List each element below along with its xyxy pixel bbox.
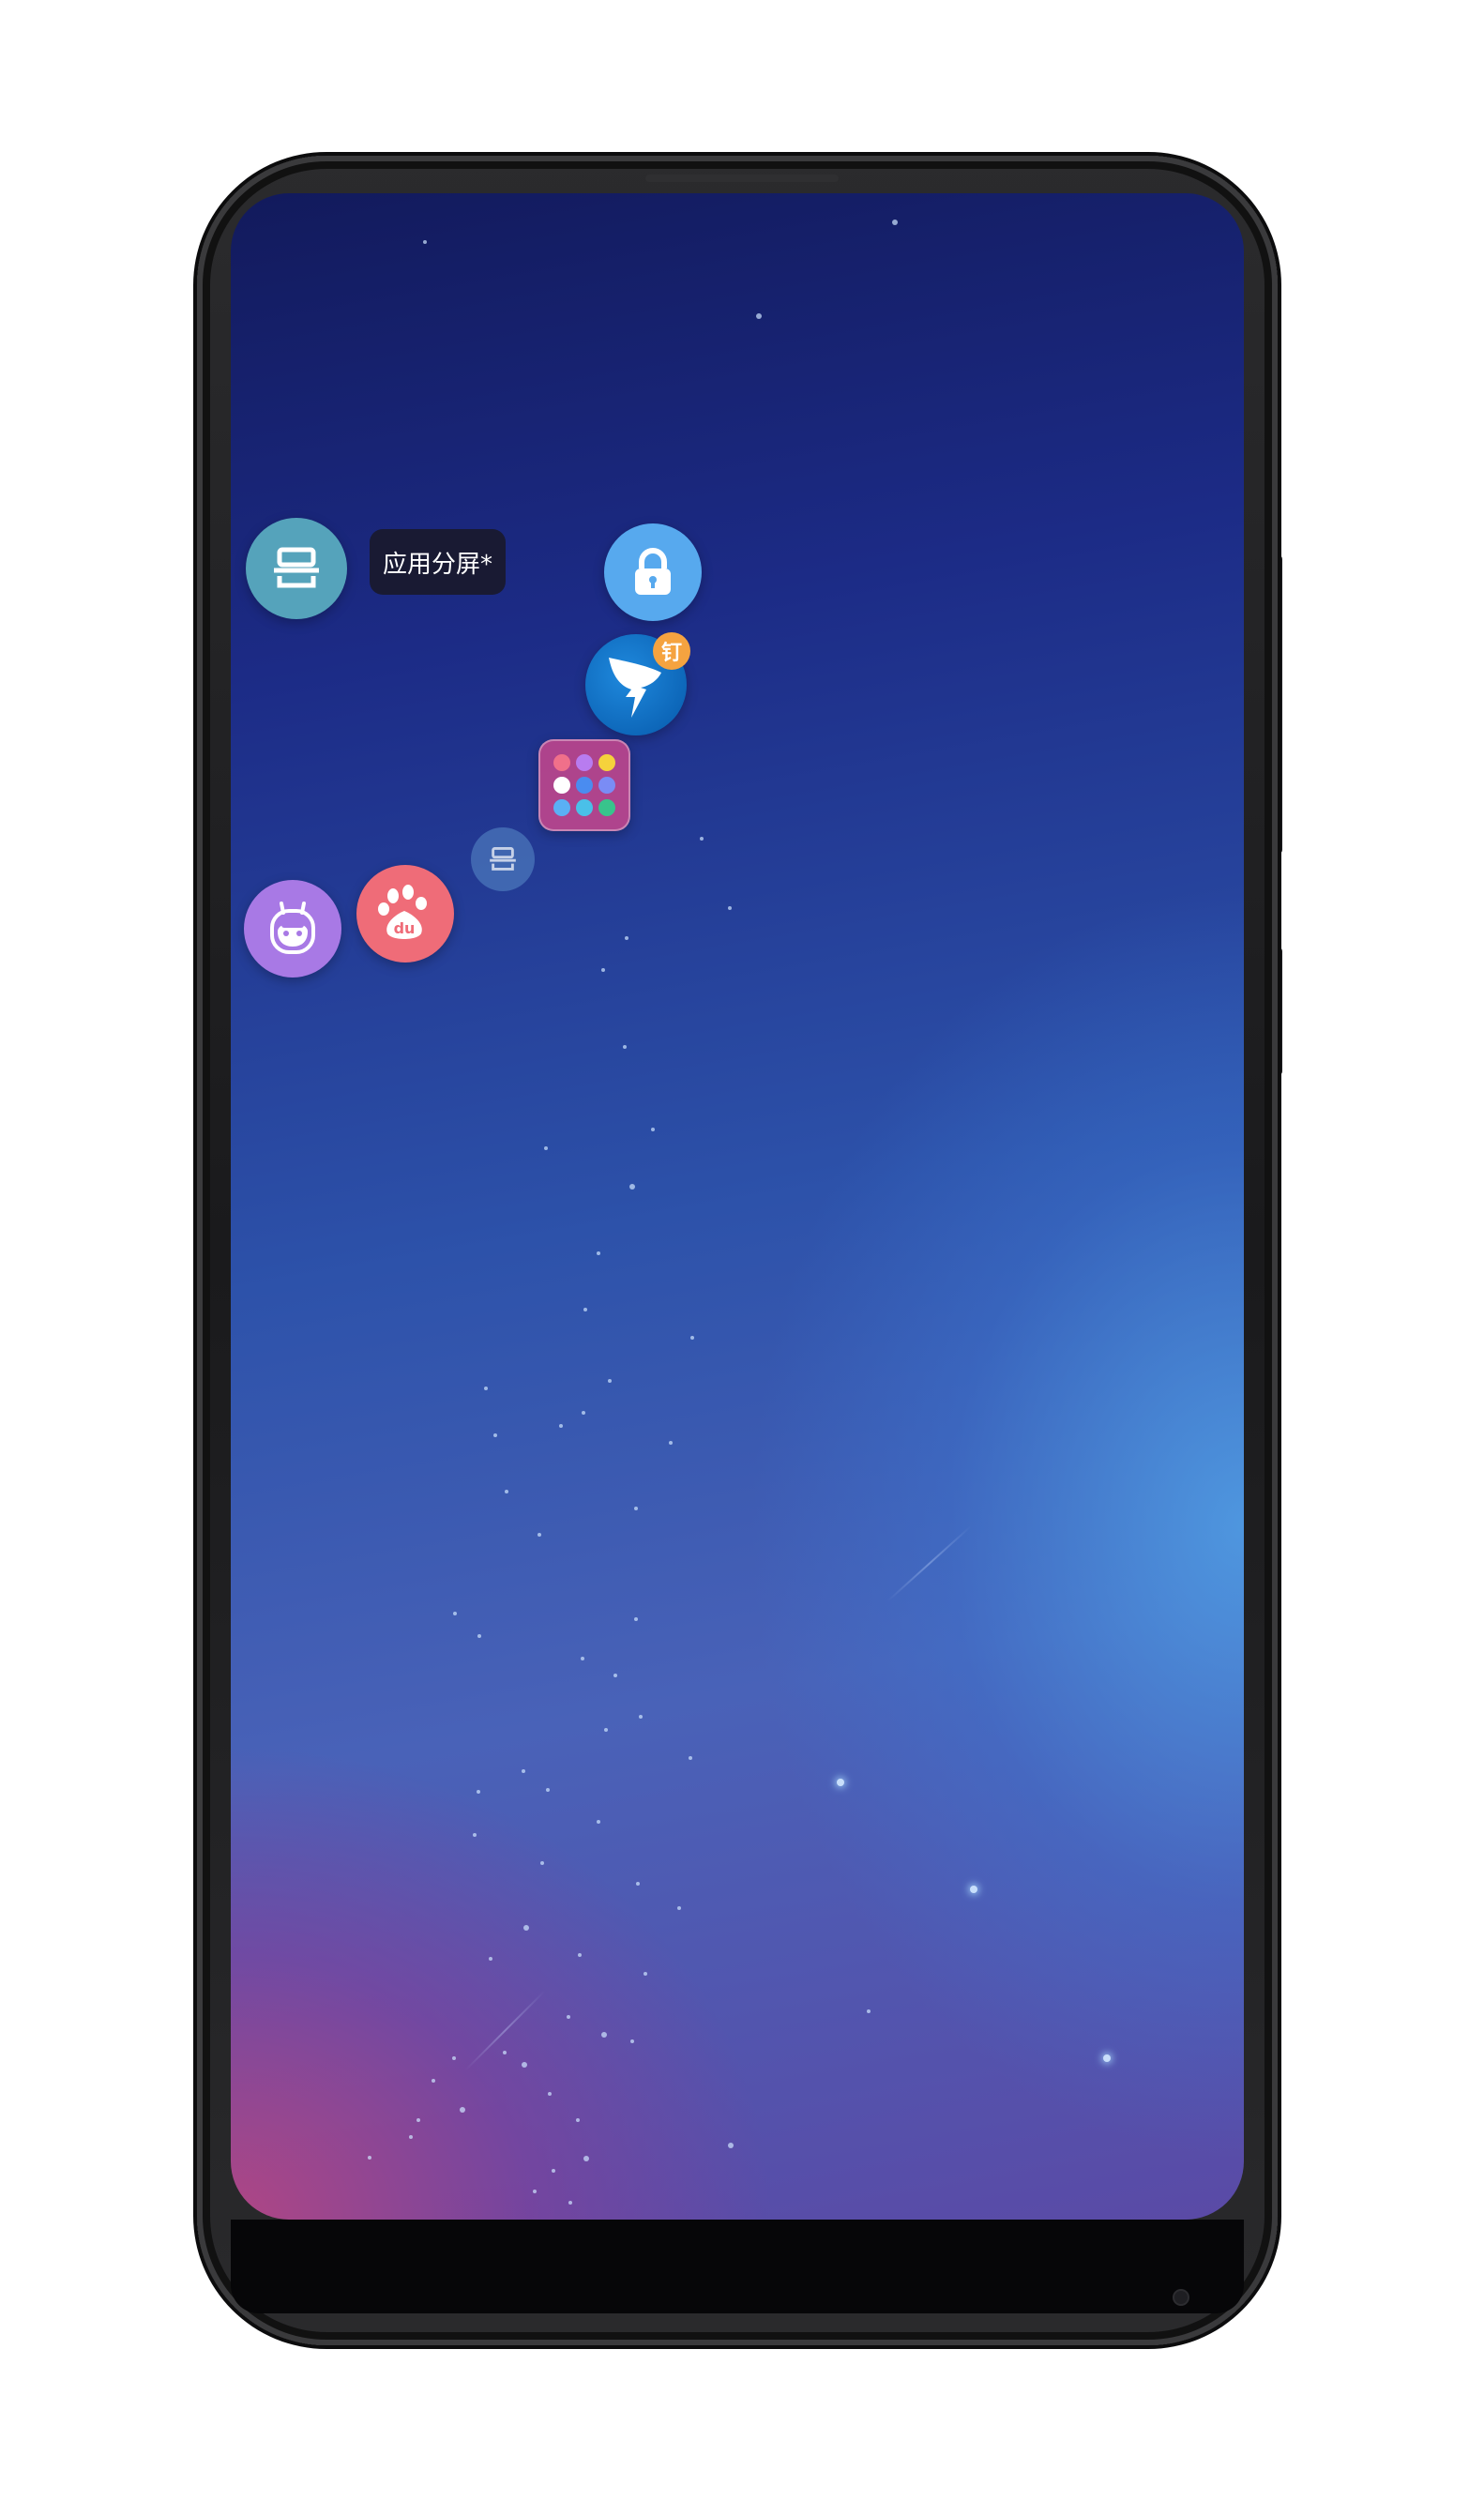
star — [651, 1128, 655, 1131]
star — [503, 2051, 507, 2054]
split-screen-shortcut[interactable] — [471, 827, 535, 891]
star — [608, 1379, 612, 1383]
star — [601, 968, 605, 972]
star — [892, 220, 898, 225]
home-screen-wallpaper: 应用分屏* 钉 du — [231, 193, 1244, 2220]
star — [493, 1433, 497, 1437]
folder-app-icon — [576, 777, 593, 794]
star — [636, 1882, 640, 1886]
star — [368, 2156, 371, 2160]
star-field — [231, 193, 1244, 2220]
baidu-label: du — [394, 919, 416, 937]
star — [460, 2107, 465, 2113]
star — [416, 2118, 420, 2122]
star — [601, 2032, 607, 2038]
star — [477, 1790, 480, 1794]
star — [690, 1336, 694, 1340]
split-screen-tooltip: 应用分屏* — [370, 529, 507, 595]
star — [756, 313, 762, 319]
star — [568, 2201, 572, 2205]
star — [576, 2118, 580, 2122]
star — [409, 2135, 413, 2139]
folder-app-icon — [598, 754, 615, 771]
baidu-paw-icon: du — [378, 885, 427, 939]
folder-app-icon — [576, 799, 593, 816]
star — [546, 1788, 550, 1792]
star — [644, 1972, 647, 1976]
star — [604, 1728, 608, 1732]
star — [581, 1657, 584, 1660]
folder-app-icon — [553, 777, 570, 794]
star — [728, 906, 732, 910]
baidu-app-button[interactable]: du — [356, 865, 454, 963]
app-folder-button[interactable] — [538, 739, 630, 831]
dingtalk-badge-text: 钉 — [660, 642, 682, 665]
lock-screen-button[interactable] — [604, 523, 702, 621]
folder-app-icon — [598, 777, 615, 794]
star — [453, 1612, 457, 1615]
star — [477, 1634, 481, 1638]
folder-app-icon — [553, 754, 570, 771]
star — [505, 1490, 508, 1493]
shooting-star — [464, 1990, 546, 2071]
star — [677, 1906, 681, 1910]
star — [634, 1507, 638, 1510]
folder-app-icon — [598, 799, 615, 816]
split-screen-button[interactable] — [246, 518, 347, 619]
star — [597, 1820, 600, 1824]
star — [613, 1674, 617, 1677]
folder-app-icon — [553, 799, 570, 816]
star — [728, 2143, 734, 2148]
star — [597, 1251, 600, 1255]
star — [489, 1957, 492, 1961]
star — [1103, 2054, 1111, 2062]
shooting-star — [886, 1524, 972, 1602]
stage: 应用分屏* 钉 du — [0, 0, 1484, 2501]
star — [625, 936, 628, 940]
star — [639, 1715, 643, 1719]
star — [689, 1756, 692, 1760]
front-camera — [1173, 2289, 1189, 2306]
star — [583, 1308, 587, 1311]
star — [837, 1779, 844, 1786]
star — [523, 1925, 529, 1931]
star — [452, 2056, 456, 2060]
lock-icon — [635, 548, 671, 595]
star — [634, 1617, 638, 1621]
star — [578, 1953, 582, 1957]
earpiece — [645, 174, 839, 182]
robot-assistant-icon — [270, 902, 315, 954]
star — [522, 2062, 527, 2068]
tooltip-text: 应用分屏* — [383, 550, 493, 579]
star — [544, 1146, 548, 1150]
star — [484, 1387, 488, 1390]
star — [669, 1441, 673, 1445]
star — [559, 1424, 563, 1428]
star — [548, 2092, 552, 2096]
star — [970, 1886, 977, 1893]
star — [423, 240, 427, 244]
star — [522, 1769, 525, 1773]
dingtalk-badge: 钉 — [653, 632, 690, 670]
star — [630, 2039, 634, 2043]
star — [567, 2015, 570, 2019]
folder-app-icon — [576, 754, 593, 771]
star — [540, 1861, 544, 1865]
split-screen-icon — [274, 547, 319, 588]
star — [538, 1533, 541, 1537]
star — [583, 2156, 589, 2161]
split-screen-icon — [490, 847, 516, 871]
star — [533, 2190, 537, 2193]
star — [432, 2079, 435, 2083]
star — [473, 1833, 477, 1837]
assistant-app-button[interactable] — [244, 880, 341, 978]
phone-chin — [231, 2220, 1244, 2313]
star — [623, 1045, 627, 1049]
star — [582, 1411, 585, 1415]
star — [552, 2169, 555, 2173]
dingtalk-app-button[interactable]: 钉 — [585, 632, 690, 735]
star — [629, 1184, 635, 1190]
star — [700, 837, 704, 841]
star — [867, 2009, 871, 2013]
